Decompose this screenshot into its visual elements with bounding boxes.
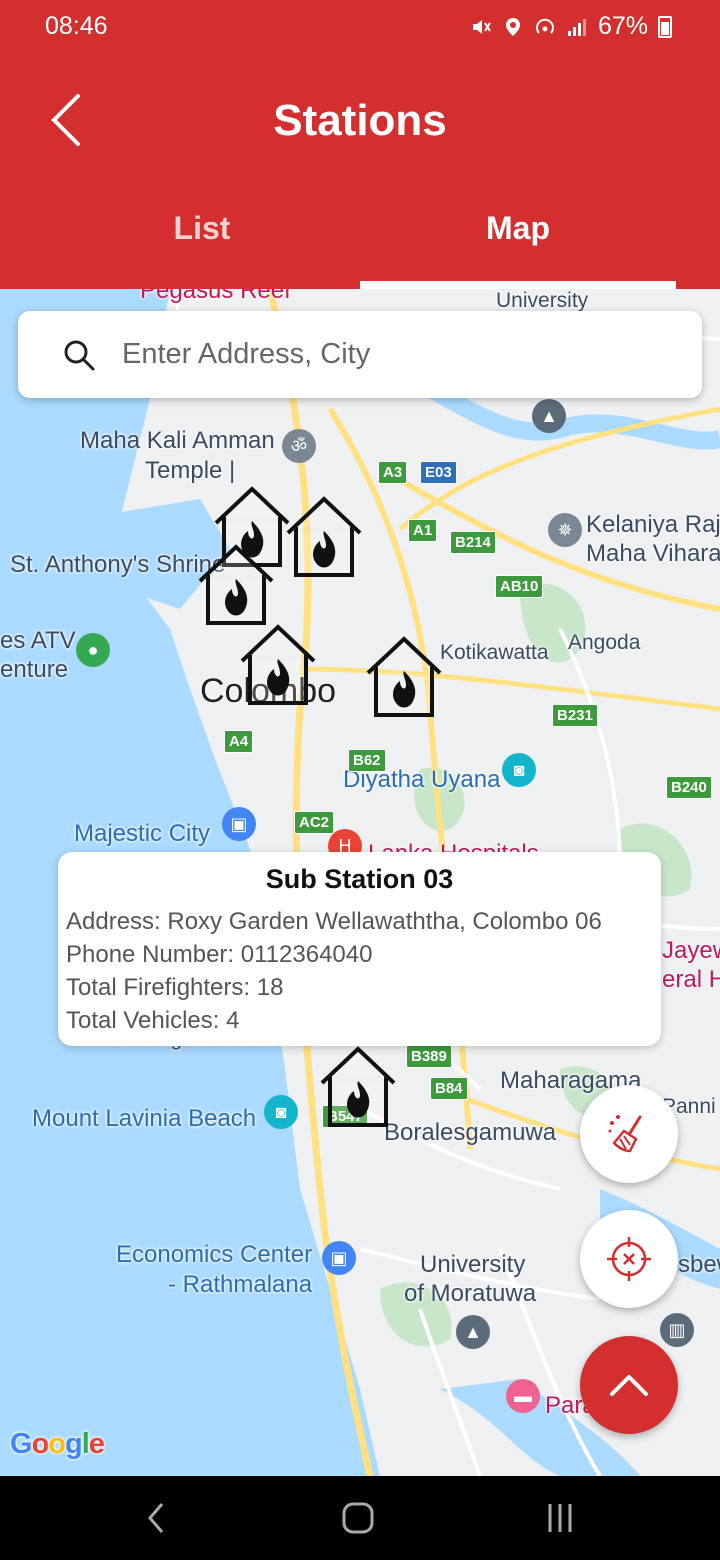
road-shield-ab10: AB10 (495, 575, 544, 598)
road-shield-e03: E03 (420, 461, 457, 484)
station-info-window[interactable]: Sub Station 03 Address: Roxy Garden Well… (58, 852, 661, 1046)
road-shield-a3: A3 (378, 461, 408, 484)
google-logo: Google (10, 1428, 105, 1460)
map-label-atv-1: es ATV (0, 627, 76, 654)
hotel-icon[interactable]: ▬ (506, 1379, 540, 1413)
chevron-up-icon (610, 1375, 648, 1396)
map-label-moratuwa-1: University (420, 1251, 526, 1278)
tourist-attraction-icon[interactable]: ◙ (264, 1095, 298, 1129)
fire-station-marker[interactable] (282, 495, 366, 583)
bank-icon[interactable]: ▥ (660, 1313, 694, 1347)
tab-map[interactable]: Map (360, 210, 676, 247)
map-label-kotikawatta: Kotikawatta (440, 641, 549, 664)
app-header: 08:46 67% Stations List Map (0, 0, 720, 289)
map-label-angoda: Angoda (568, 631, 641, 654)
buddhist-temple-icon[interactable]: ✵ (548, 513, 582, 547)
crosshair-icon (607, 1237, 651, 1281)
search-bar[interactable] (18, 311, 702, 398)
clear-map-button[interactable] (580, 1085, 678, 1183)
system-navigation-bar (0, 1476, 720, 1560)
map-label-mahakali-1: Maha Kali Amman (80, 427, 275, 454)
nav-back-icon[interactable] (128, 1496, 188, 1540)
map-label-kelaniya-2: Maha Vihara (586, 540, 720, 567)
tab-list[interactable]: List (44, 210, 360, 247)
road-shield-b84: B84 (430, 1077, 468, 1100)
station-name: Sub Station 03 (265, 864, 454, 894)
fire-station-marker[interactable] (194, 543, 278, 631)
map-label-economics-2: - Rathmalana (168, 1271, 313, 1298)
location-icon (505, 17, 520, 36)
map-label-mount-lavinia: Mount Lavinia Beach (32, 1105, 257, 1132)
graduation-cap-icon[interactable]: ▲ (532, 399, 566, 433)
map-label-sbew: sbew (678, 1251, 720, 1278)
road-shield-b62: B62 (348, 749, 386, 772)
map-label-atv-2: enture (0, 656, 69, 683)
temple-icon[interactable]: ॐ (282, 429, 316, 463)
station-firefighters: Total Firefighters: 18 (66, 974, 284, 1001)
search-icon (64, 340, 95, 371)
map-label-kelaniya-1: Kelaniya Raja (586, 511, 720, 538)
station-vehicles: Total Vehicles: 4 (66, 1007, 240, 1034)
map-label-university-top: University (496, 289, 589, 312)
broom-icon (608, 1115, 642, 1153)
my-location-button[interactable] (580, 1210, 678, 1308)
battery-percent: 67% (597, 12, 648, 40)
shopping-bag-icon[interactable]: ▣ (322, 1241, 356, 1275)
tab-indicator (360, 281, 676, 289)
map-label-pegasus: Pegasus Reef (140, 289, 291, 304)
status-icons: 67% (470, 12, 672, 41)
nav-home-icon[interactable] (328, 1496, 388, 1540)
road-shield-b389: B389 (406, 1045, 452, 1068)
search-input[interactable] (122, 329, 682, 379)
map-label-mahakali-2: Temple | (145, 457, 236, 484)
shopping-bag-icon[interactable]: ▣ (222, 807, 256, 841)
road-shield-a4: A4 (224, 730, 254, 753)
station-address: Address: Roxy Garden Wellawaththa, Colom… (66, 908, 602, 935)
mute-icon (472, 19, 491, 34)
green-place-pin-icon[interactable]: ● (76, 633, 110, 667)
map-label-economics-1: Economics Center (116, 1241, 313, 1268)
road-shield-a1: A1 (408, 519, 438, 542)
status-time: 08:46 (45, 12, 108, 40)
map-label-majestic-city: Majestic City (74, 820, 211, 847)
status-bar: 08:46 67% (0, 0, 720, 56)
road-shield-b240: B240 (666, 776, 712, 799)
scroll-up-button[interactable] (580, 1336, 678, 1434)
map-label-eral: eral H (662, 966, 720, 993)
road-shield-ac2: AC2 (294, 811, 335, 834)
tourist-attraction-icon[interactable]: ◙ (502, 753, 536, 787)
road-shield-b231: B231 (552, 704, 598, 727)
fire-station-marker[interactable] (362, 635, 446, 723)
map-label-moratuwa-2: of Moratuwa (404, 1280, 537, 1307)
map-label-jayew: Jayew (662, 937, 720, 964)
nav-recents-icon[interactable] (530, 1496, 590, 1540)
station-phone: Phone Number: 0112364040 (66, 941, 373, 968)
hotspot-icon (536, 18, 554, 34)
page-title: Stations (273, 96, 447, 145)
map-label-boralesgamuwa: Boralesgamuwa (384, 1119, 557, 1146)
fire-station-marker[interactable] (316, 1045, 400, 1133)
signal-icon (567, 18, 586, 36)
fire-station-marker[interactable] (236, 623, 320, 711)
graduation-cap-icon[interactable]: ▲ (456, 1315, 490, 1349)
battery-icon (658, 15, 672, 38)
road-shield-b214: B214 (450, 531, 496, 554)
